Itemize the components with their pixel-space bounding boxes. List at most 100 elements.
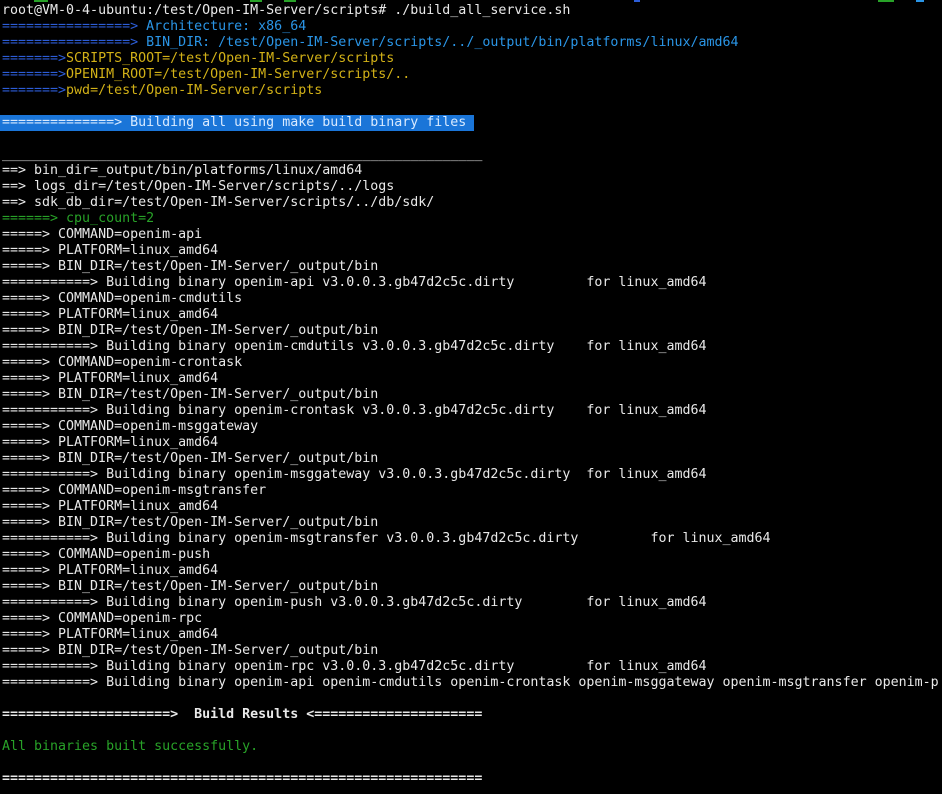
terminal-text-segment: =====> PLATFORM=linux_amd64 xyxy=(2,499,218,514)
scrollback-remnant-fragment xyxy=(878,0,894,2)
terminal-line: =====> COMMAND=openim-push xyxy=(0,547,942,563)
terminal-line: ===========> Building binary openim-push… xyxy=(0,595,942,611)
scrollback-remnant-fragment xyxy=(634,0,640,2)
terminal-text-segment: =======> xyxy=(2,83,66,98)
terminal-line: =====> COMMAND=openim-api xyxy=(0,227,942,243)
terminal-text-segment: =====> PLATFORM=linux_amd64 xyxy=(2,435,218,450)
terminal-text-segment: =====================> Build Results <==… xyxy=(2,707,482,722)
terminal-line: =======>OPENIM_ROOT=/test/Open-IM-Server… xyxy=(0,67,942,83)
terminal-text-segment: ================> xyxy=(2,19,138,34)
terminal-text-segment: =====> COMMAND=openim-rpc xyxy=(2,611,202,626)
terminal-text-segment: ================> xyxy=(2,35,138,50)
terminal-line: =======>SCRIPTS_ROOT=/test/Open-IM-Serve… xyxy=(0,51,942,67)
scrollback-remnant-fragment xyxy=(916,0,924,2)
terminal-line: ===========> Building binary openim-msgg… xyxy=(0,467,942,483)
terminal-text-segment: ===========> Building binary openim-api … xyxy=(2,275,706,290)
terminal-line: =====> PLATFORM=linux_amd64 xyxy=(0,371,942,387)
terminal-text-segment: =====> BIN_DIR=/test/Open-IM-Server/_out… xyxy=(2,259,378,274)
terminal-text-segment: All binaries built successfully. xyxy=(2,739,258,754)
terminal-output: root@VM-0-4-ubuntu:/test/Open-IM-Server/… xyxy=(0,0,942,787)
terminal-text-segment: =====> BIN_DIR=/test/Open-IM-Server/_out… xyxy=(2,387,378,402)
terminal-line: =====> PLATFORM=linux_amd64 xyxy=(0,243,942,259)
terminal-text-segment: ===========> Building binary openim-msgt… xyxy=(2,531,771,546)
terminal-text-segment: =====> COMMAND=openim-api xyxy=(2,227,202,242)
terminal-line: =====> COMMAND=openim-msggateway xyxy=(0,419,942,435)
terminal-line: =======>pwd=/test/Open-IM-Server/scripts xyxy=(0,83,942,99)
scrollback-remnant xyxy=(0,0,942,3)
terminal-text-segment: root@VM-0-4-ubuntu:/test/Open-IM-Server/… xyxy=(2,3,570,18)
terminal-text-segment: =====> PLATFORM=linux_amd64 xyxy=(2,563,218,578)
terminal-line: ===========> Building binary openim-cron… xyxy=(0,403,942,419)
terminal-text-segment: ===========> Building binary openim-api … xyxy=(2,675,939,690)
terminal-text-segment: ===========> Building binary openim-cmdu… xyxy=(2,339,706,354)
terminal-line: ================> BIN_DIR: /test/Open-IM… xyxy=(0,35,942,51)
terminal-line: ==============> Building all using make … xyxy=(0,115,474,131)
terminal-text-segment: =====> COMMAND=openim-push xyxy=(2,547,210,562)
terminal-text-segment: =======> xyxy=(2,67,66,82)
terminal-line: =====> COMMAND=openim-rpc xyxy=(0,611,942,627)
terminal-text-segment: =====> COMMAND=openim-crontask xyxy=(2,355,242,370)
terminal-text-segment: ==> bin_dir=_output/bin/platforms/linux/… xyxy=(2,163,362,178)
terminal-text-segment: ======> cpu_count=2 xyxy=(2,211,154,226)
terminal-text-segment: =====> BIN_DIR=/test/Open-IM-Server/_out… xyxy=(2,451,378,466)
terminal-line xyxy=(0,99,942,115)
terminal-text-segment: =====> BIN_DIR=/test/Open-IM-Server/_out… xyxy=(2,323,378,338)
terminal-line: =====================> Build Results <==… xyxy=(0,707,942,723)
terminal-line: =====> PLATFORM=linux_amd64 xyxy=(0,307,942,323)
terminal-text-segment: =====> BIN_DIR=/test/Open-IM-Server/_out… xyxy=(2,515,378,530)
terminal-line: ==> sdk_db_dir=/test/Open-IM-Server/scri… xyxy=(0,195,942,211)
terminal-text-segment: =====> BIN_DIR=/test/Open-IM-Server/_out… xyxy=(2,579,378,594)
terminal-text-segment: =====> BIN_DIR=/test/Open-IM-Server/_out… xyxy=(2,643,378,658)
terminal-text-segment: =====> COMMAND=openim-msgtransfer xyxy=(2,483,266,498)
terminal-line: =====> PLATFORM=linux_amd64 xyxy=(0,499,942,515)
scrollback-remnant-fragment xyxy=(284,0,296,2)
terminal-line xyxy=(0,691,942,707)
terminal-text-segment: ===========> Building binary openim-msgg… xyxy=(2,467,706,482)
terminal-text-segment: =====> PLATFORM=linux_amd64 xyxy=(2,371,218,386)
scrollback-remnant-fragment xyxy=(250,0,262,2)
terminal-text-segment: ==> logs_dir=/test/Open-IM-Server/script… xyxy=(2,179,394,194)
terminal-line: ===========> Building binary openim-api … xyxy=(0,275,942,291)
terminal-line: =====> BIN_DIR=/test/Open-IM-Server/_out… xyxy=(0,323,942,339)
terminal-text-segment: ===========> Building binary openim-push… xyxy=(2,595,706,610)
terminal-line: =====> COMMAND=openim-crontask xyxy=(0,355,942,371)
terminal-window[interactable]: root@VM-0-4-ubuntu:/test/Open-IM-Server/… xyxy=(0,0,942,794)
terminal-line xyxy=(0,131,942,147)
terminal-line: =====> PLATFORM=linux_amd64 xyxy=(0,627,942,643)
terminal-line: =====> BIN_DIR=/test/Open-IM-Server/_out… xyxy=(0,579,942,595)
scrollback-remnant-fragment xyxy=(34,0,48,2)
terminal-line: ===========> Building binary openim-cmdu… xyxy=(0,339,942,355)
terminal-line: ==> logs_dir=/test/Open-IM-Server/script… xyxy=(0,179,942,195)
terminal-line: =====> PLATFORM=linux_amd64 xyxy=(0,563,942,579)
terminal-line: =====> BIN_DIR=/test/Open-IM-Server/_out… xyxy=(0,451,942,467)
terminal-text-segment: ==============> Building all using make … xyxy=(2,115,474,130)
terminal-line: ________________________________________… xyxy=(0,147,942,163)
terminal-line: =====> BIN_DIR=/test/Open-IM-Server/_out… xyxy=(0,515,942,531)
terminal-line: ==> bin_dir=_output/bin/platforms/linux/… xyxy=(0,163,942,179)
terminal-text-segment: SCRIPTS_ROOT=/test/Open-IM-Server/script… xyxy=(66,51,394,66)
terminal-text-segment: ==> sdk_db_dir=/test/Open-IM-Server/scri… xyxy=(2,195,434,210)
terminal-text-segment: ===========> Building binary openim-rpc … xyxy=(2,659,706,674)
terminal-line: =====> BIN_DIR=/test/Open-IM-Server/_out… xyxy=(0,643,942,659)
terminal-line: All binaries built successfully. xyxy=(0,739,942,755)
terminal-line: =====> PLATFORM=linux_amd64 xyxy=(0,435,942,451)
terminal-line: =====> BIN_DIR=/test/Open-IM-Server/_out… xyxy=(0,259,942,275)
terminal-text-segment: ========================================… xyxy=(2,771,482,786)
terminal-text-segment: ________________________________________… xyxy=(2,147,482,162)
terminal-text-segment: =====> COMMAND=openim-cmdutils xyxy=(2,291,242,306)
terminal-text-segment: Architecture: x86_64 xyxy=(138,19,306,34)
terminal-line xyxy=(0,755,942,771)
terminal-text-segment: BIN_DIR: /test/Open-IM-Server/scripts/..… xyxy=(138,35,738,50)
terminal-text-segment: OPENIM_ROOT=/test/Open-IM-Server/scripts… xyxy=(66,67,410,82)
terminal-text-segment: =======> xyxy=(2,51,66,66)
terminal-line: =====> COMMAND=openim-cmdutils xyxy=(0,291,942,307)
terminal-line: ===========> Building binary openim-msgt… xyxy=(0,531,942,547)
terminal-line: ======> cpu_count=2 xyxy=(0,211,942,227)
terminal-text-segment: =====> PLATFORM=linux_amd64 xyxy=(2,307,218,322)
terminal-line: ===========> Building binary openim-rpc … xyxy=(0,659,942,675)
terminal-line: root@VM-0-4-ubuntu:/test/Open-IM-Server/… xyxy=(0,3,942,19)
terminal-text-segment: ===========> Building binary openim-cron… xyxy=(2,403,706,418)
terminal-line: =====> COMMAND=openim-msgtransfer xyxy=(0,483,942,499)
terminal-line xyxy=(0,723,942,739)
terminal-text-segment: =====> PLATFORM=linux_amd64 xyxy=(2,243,218,258)
